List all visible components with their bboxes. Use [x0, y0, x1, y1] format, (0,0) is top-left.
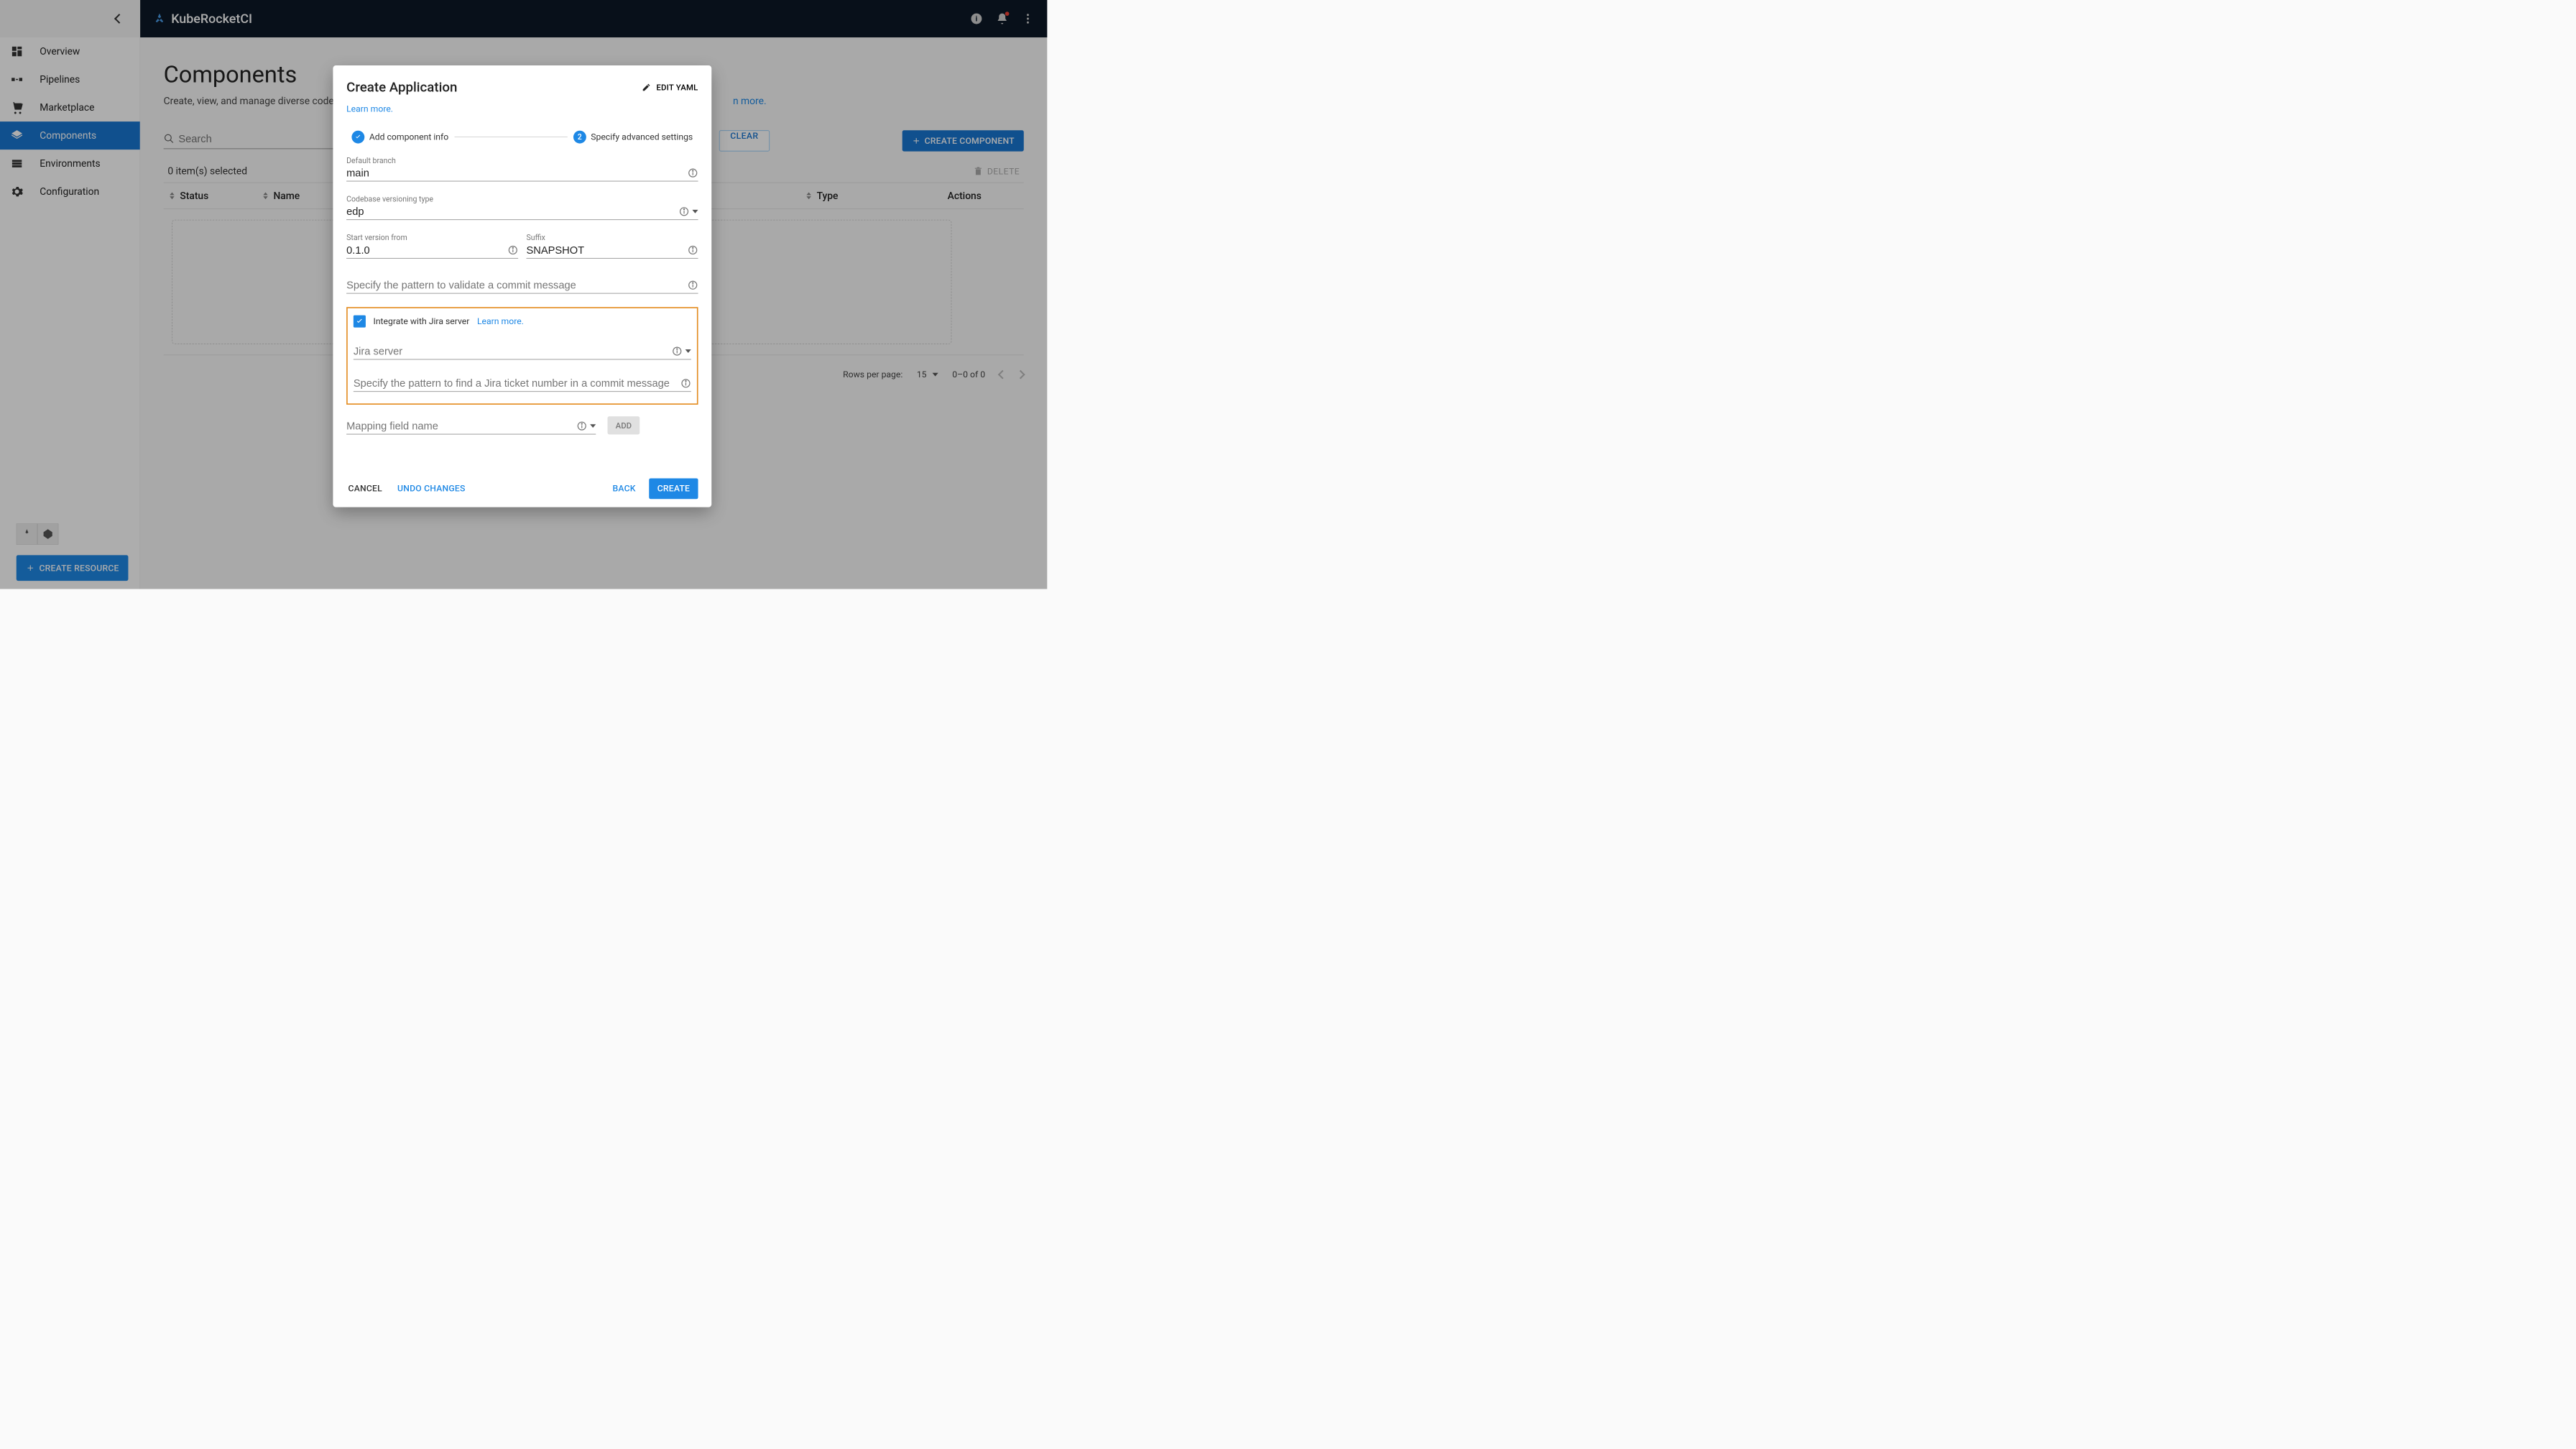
- versioning-field-group: Codebase versioning type: [346, 195, 698, 220]
- dialog-footer: CANCEL UNDO CHANGES BACK CREATE: [346, 478, 698, 499]
- dropdown-caret-icon: [590, 424, 596, 428]
- version-suffix-row: Start version from Suffix: [346, 234, 698, 259]
- jira-server-select[interactable]: [354, 345, 668, 357]
- info-outline-icon[interactable]: [680, 378, 691, 389]
- commit-pattern-input[interactable]: [346, 279, 684, 291]
- info-outline-icon[interactable]: [688, 167, 698, 178]
- create-button[interactable]: CREATE: [649, 478, 698, 499]
- start-version-label: Start version from: [346, 234, 518, 242]
- versioning-label: Codebase versioning type: [346, 195, 698, 203]
- suffix-field-group: Suffix: [527, 234, 698, 259]
- jira-checkbox-row: Integrate with Jira server Learn more.: [354, 316, 691, 328]
- info-outline-icon[interactable]: [672, 346, 683, 356]
- back-button[interactable]: BACK: [611, 479, 637, 498]
- mapping-field-select[interactable]: [346, 420, 573, 432]
- dialog-header: Create Application EDIT YAML: [346, 80, 698, 96]
- dropdown-caret-icon: [692, 210, 698, 213]
- info-outline-icon[interactable]: [679, 206, 690, 217]
- info-outline-icon[interactable]: [688, 280, 698, 290]
- dropdown-caret-icon: [685, 349, 691, 353]
- start-version-field-group: Start version from: [346, 234, 518, 259]
- jira-server-field-group: [354, 345, 691, 359]
- jira-checkbox[interactable]: [354, 316, 366, 328]
- jira-checkbox-label: Integrate with Jira server: [374, 316, 470, 326]
- commit-pattern-field-group: [346, 279, 698, 293]
- step-number-icon: 2: [573, 131, 586, 144]
- jira-learn-more-link[interactable]: Learn more.: [477, 316, 524, 326]
- create-application-dialog: Create Application EDIT YAML Learn more.…: [333, 65, 711, 507]
- default-branch-label: Default branch: [346, 156, 698, 165]
- mapping-row: ADD: [346, 416, 698, 434]
- start-version-input[interactable]: [346, 244, 504, 256]
- add-mapping-button[interactable]: ADD: [608, 416, 640, 434]
- edit-yaml-button[interactable]: EDIT YAML: [642, 83, 698, 92]
- step-1-label: Add component info: [369, 132, 448, 142]
- step-1[interactable]: Add component info: [351, 131, 448, 144]
- versioning-select[interactable]: [346, 206, 675, 218]
- suffix-label: Suffix: [527, 234, 698, 242]
- suffix-input[interactable]: [527, 244, 685, 256]
- pencil-icon: [642, 83, 651, 92]
- step-complete-icon: [351, 131, 364, 144]
- jira-ticket-pattern-input[interactable]: [354, 377, 677, 390]
- step-2[interactable]: 2 Specify advanced settings: [573, 131, 693, 144]
- info-outline-icon[interactable]: [507, 245, 518, 256]
- default-branch-input[interactable]: [346, 167, 684, 179]
- dialog-title: Create Application: [346, 80, 457, 96]
- jira-integration-section: Integrate with Jira server Learn more.: [346, 307, 698, 405]
- info-outline-icon[interactable]: [576, 420, 587, 431]
- jira-ticket-pattern-field-group: [354, 377, 691, 392]
- undo-changes-button[interactable]: UNDO CHANGES: [396, 479, 467, 498]
- mapping-field-group: [346, 420, 596, 434]
- info-outline-icon[interactable]: [688, 245, 698, 256]
- default-branch-field-group: Default branch: [346, 156, 698, 181]
- form-body: Default branch Codebase versioning type …: [346, 156, 698, 434]
- stepper: Add component info 2 Specify advanced se…: [346, 131, 698, 144]
- step-2-label: Specify advanced settings: [591, 132, 693, 142]
- dialog-learn-more-link[interactable]: Learn more.: [346, 104, 393, 114]
- cancel-button[interactable]: CANCEL: [346, 479, 384, 498]
